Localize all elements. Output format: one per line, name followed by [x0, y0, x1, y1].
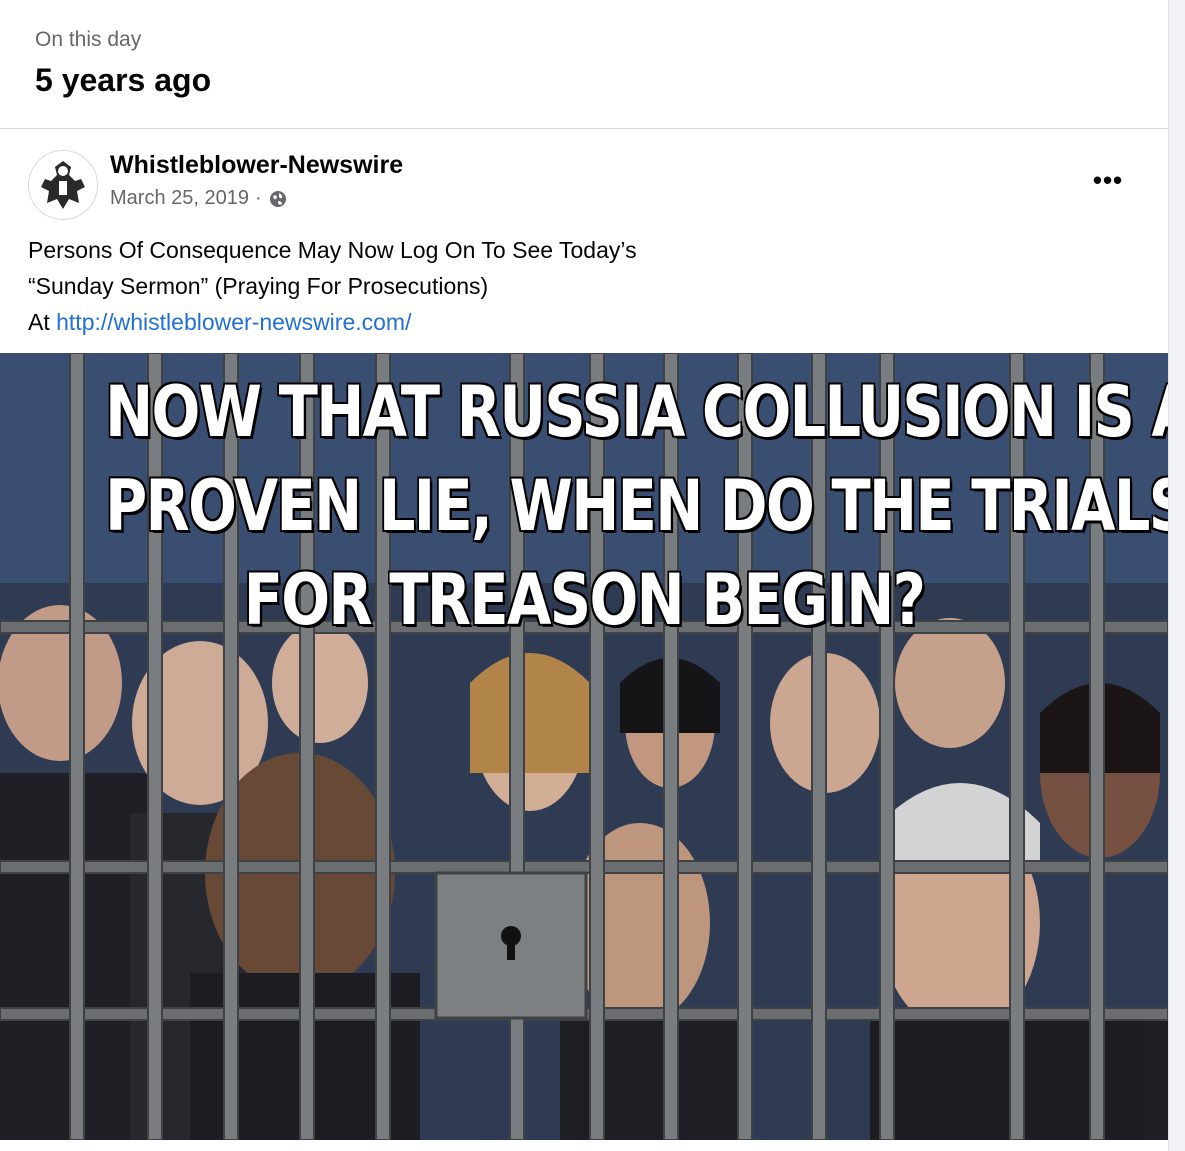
globe-icon [269, 190, 286, 207]
memory-label: On this day [35, 28, 142, 51]
page-name-link[interactable]: Whistleblower-Newswire [110, 151, 403, 180]
more-options-button[interactable]: ••• [1086, 162, 1130, 198]
headline-line: FOR TREASON BEGIN? [243, 559, 926, 641]
post-text-line: “Sunday Sermon” (Praying For Prosecution… [28, 273, 489, 299]
page-avatar[interactable] [28, 150, 98, 220]
memory-title: 5 years ago [35, 62, 212, 98]
headline-line: PROVEN LIE, WHEN DO THE TRIALS [105, 465, 1168, 547]
post-text-line: At http://whistleblower-newswire.com/ [28, 304, 637, 340]
post-meta: March 25, 2019 · [110, 187, 288, 210]
post-link[interactable]: http://whistleblower-newswire.com/ [56, 309, 411, 335]
post-text-line: Persons Of Consequence May Now Log On To… [28, 237, 637, 263]
memory-header: On this day 5 years ago [0, 0, 1168, 129]
post-text-prefix: At [28, 309, 57, 335]
post-image[interactable]: NOW THAT RUSSIA COLLUSION IS A PROVEN LI… [0, 353, 1168, 1140]
post-date[interactable]: March 25, 2019 [110, 187, 249, 210]
avatar-logo-icon [29, 151, 97, 219]
meta-separator: · [254, 187, 262, 209]
headline-line: NOW THAT RUSSIA COLLUSION IS A [105, 371, 1168, 453]
lock-icon [434, 871, 588, 1020]
post-text: Persons Of Consequence May Now Log On To… [28, 232, 637, 340]
image-headline: NOW THAT RUSSIA COLLUSION IS A PROVEN LI… [105, 365, 1168, 647]
memory-card: On this day 5 years ago Whistleblower-Ne… [0, 0, 1169, 1151]
